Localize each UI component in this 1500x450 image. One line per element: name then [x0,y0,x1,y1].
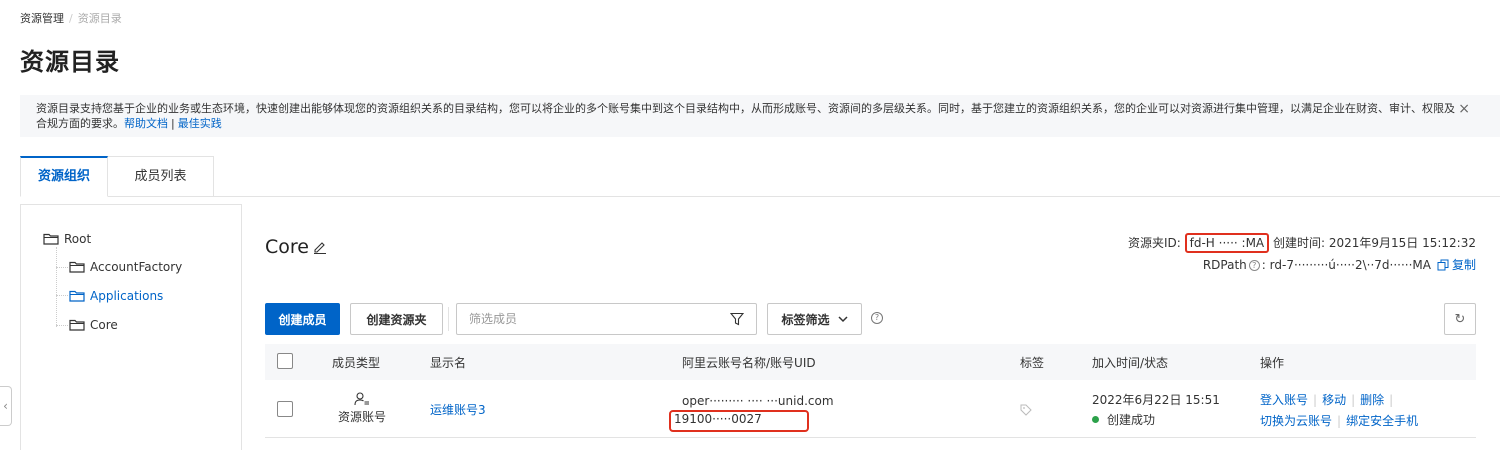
folder-icon [43,233,59,245]
status-text: 创建成功 [1107,413,1156,427]
column-header-tags: 标签 [1020,356,1045,370]
folder-id-label: 资源夹ID: [1127,236,1181,250]
folder-icon [69,261,85,273]
folder-tree-panel: Root AccountFactory Applications Core [20,204,242,450]
member-toolbar: 创建成员 创建资源夹 标签筛选 ? ↻ [265,303,1476,335]
member-filter-field [456,303,757,335]
delete-link[interactable]: 删除 [1360,393,1384,407]
move-link[interactable]: 移动 [1322,393,1346,407]
help-doc-link[interactable]: 帮助文档 [124,117,168,130]
action-separator: | [1337,414,1342,428]
switch-to-cloud-account-link[interactable]: 切换为云账号 [1260,414,1332,428]
refresh-icon[interactable]: ↻ [1444,303,1476,335]
notice-banner: 资源目录支持您基于企业的业务或生态环境，快速创建出能够体现您的资源组织关系的目录… [20,95,1500,137]
tree-connector [56,325,68,326]
row-actions-line-1: 登入账号 | 移动 | 删除 | [1260,391,1398,408]
status-cell: 创建成功 [1092,411,1155,428]
tree-node-label: AccountFactory [90,260,183,274]
tag-filter-label: 标签筛选 [781,312,830,327]
notice-text: 资源目录支持您基于企业的业务或生态环境，快速创建出能够体现您的资源组织关系的目录… [36,102,1455,130]
action-separator: | [1389,393,1394,407]
link-separator: | [171,117,175,130]
member-type-label: 资源账号 [337,410,386,424]
tree-connector [56,247,57,327]
column-header-account: 阿里云账号名称/账号UID [682,356,816,370]
help-icon[interactable]: ? [1248,259,1260,271]
copy-link[interactable]: 复制 [1452,254,1476,276]
created-time-value: 2021年9月15日 15:12:32 [1328,236,1476,250]
tree-node-label: Core [90,318,118,332]
tree-connector [56,295,68,296]
table-header: 成员类型 显示名 阿里云账号名称/账号UID 标签 加入时间/状态 操作 [265,344,1476,380]
best-practice-link[interactable]: 最佳实践 [178,117,222,130]
filter-icon[interactable] [730,312,744,326]
display-name-link[interactable]: 运维账号3 [430,401,486,418]
tab-bar: 资源组织 成员列表 [20,156,1500,197]
folder-icon [69,319,85,331]
column-header-member-type: 成员类型 [332,356,381,370]
table-row: 资源账号 运维账号3 oper········· ···· ···unid.co… [265,380,1476,438]
member-type-cell: 资源账号 [332,392,392,425]
uid-highlight [669,410,809,432]
folder-meta: 资源夹ID: fd-H ····· :MA 创建时间: 2021年9月15日 1… [1128,232,1476,276]
column-header-actions: 操作 [1260,356,1285,370]
folder-title: Core [265,236,327,258]
toolbar-divider [448,307,449,331]
created-time-label: 创建时间: [1272,236,1326,250]
breadcrumb-separator: / [69,12,73,25]
tab-member-list[interactable]: 成员列表 [108,156,214,197]
help-icon[interactable]: ? [871,312,883,324]
tree-node-label: Applications [90,289,164,303]
bind-security-phone-link[interactable]: 绑定安全手机 [1346,414,1418,428]
select-all-checkbox[interactable] [277,353,293,369]
create-member-button[interactable]: 创建成员 [265,303,340,335]
tree-connector [56,267,68,268]
tree-node-root[interactable]: Root [43,232,91,246]
expand-panel-handle[interactable]: ‹ [0,386,12,426]
action-separator: | [1351,393,1356,407]
tag-icon[interactable] [1020,404,1032,416]
folder-id-line: 资源夹ID: fd-H ····· :MA 创建时间: 2021年9月15日 1… [1128,232,1476,254]
copy-icon[interactable] [1437,259,1449,271]
join-time: 2022年6月22日 15:51 [1092,393,1220,407]
rdpath-label: RDPath [1202,258,1247,272]
row-actions-line-2: 切换为云账号 | 绑定安全手机 [1260,412,1418,429]
tab-resource-organization[interactable]: 资源组织 [20,156,108,197]
chevron-down-icon [837,316,848,323]
tag-filter-dropdown[interactable]: 标签筛选 [767,303,862,335]
tree-node-label: Root [64,232,92,246]
folder-id-value: fd-H ····· :MA [1184,233,1270,253]
login-account-link[interactable]: 登入账号 [1260,393,1308,407]
rdpath-line: RDPath ? : rd-7·········ú·····2\··7d····… [1128,254,1476,276]
breadcrumb: 资源管理 / 资源目录 [20,10,122,26]
create-folder-button[interactable]: 创建资源夹 [350,303,443,335]
breadcrumb-item-resource-directory: 资源目录 [77,12,122,25]
folder-name: Core [265,236,309,258]
row-checkbox[interactable] [277,401,293,417]
folder-icon [69,290,85,302]
account-name: oper········· ···· ···unid.com [682,394,834,408]
column-header-display-name: 显示名 [430,356,467,370]
page-title: 资源目录 [20,48,120,76]
member-filter-input[interactable] [457,304,717,334]
rdpath-value: : rd-7·········ú·····2\··7d······MA [1261,258,1431,272]
tree-node-accountfactory[interactable]: AccountFactory [69,260,182,274]
user-icon [354,392,369,406]
column-header-join-time: 加入时间/状态 [1092,356,1169,370]
action-separator: | [1313,393,1318,407]
status-dot [1092,416,1099,423]
breadcrumb-item-resource-management[interactable]: 资源管理 [20,12,64,25]
edit-icon[interactable] [313,240,327,254]
close-icon[interactable]: × [1458,102,1470,117]
tree-node-core[interactable]: Core [69,318,118,332]
tree-node-applications[interactable]: Applications [69,289,163,303]
